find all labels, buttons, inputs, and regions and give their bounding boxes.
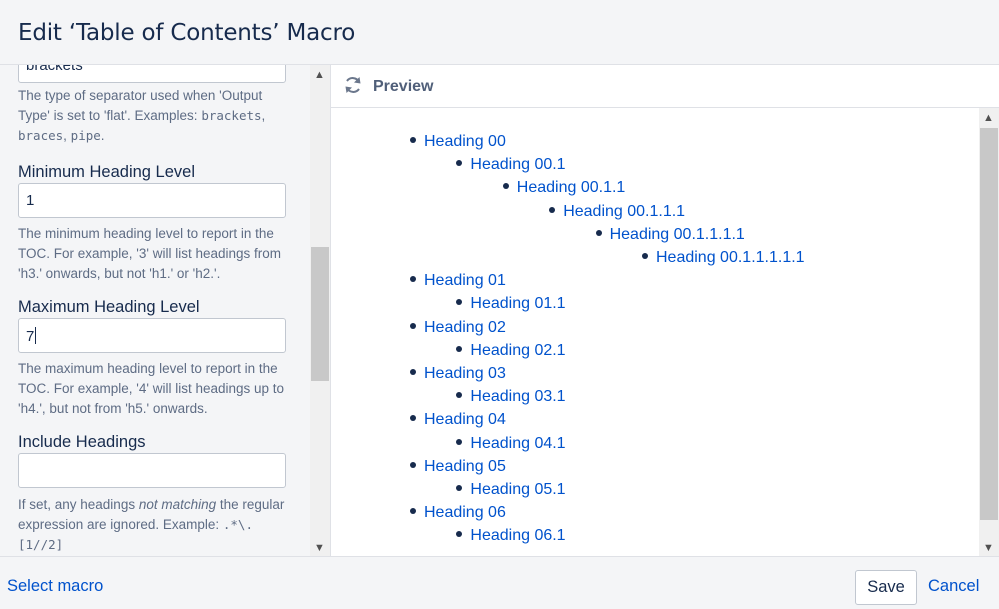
include-headings-help: If set, any headings not matching the re… xyxy=(18,495,290,555)
cancel-link[interactable]: Cancel xyxy=(928,577,979,596)
bullet-icon xyxy=(502,183,509,190)
toc-heading-text: Heading 06.1 xyxy=(470,527,566,545)
toc-heading-text: Heading 04 xyxy=(424,411,506,429)
include-help-text-a: If set, any headings xyxy=(18,497,139,512)
refresh-icon[interactable] xyxy=(343,75,363,95)
preview-label: Preview xyxy=(373,78,434,95)
bullet-icon xyxy=(549,206,556,213)
toc-heading-text: Heading 00.1.1.1.1.1 xyxy=(656,249,805,266)
max-heading-help: The maximum heading level to report in t… xyxy=(18,361,285,416)
scroll-down-arrow-icon[interactable]: ▼ xyxy=(983,542,994,554)
toc-preview-list: Heading 00 Heading 00.1 Heading 00.1.1 Head… xyxy=(331,108,980,556)
bullet-icon xyxy=(410,276,416,283)
max-heading-label: Maximum Heading Level xyxy=(18,298,200,316)
dialog-title: Edit ‘Table of Contents’ Macro xyxy=(18,20,356,46)
separator-example-pipe: pipe xyxy=(70,128,101,143)
bullet-icon xyxy=(410,137,416,143)
toc-heading-link[interactable]: Heading 00.1.1.1.1.1 xyxy=(642,248,805,268)
toc-heading-link[interactable]: Heading 05 xyxy=(410,457,506,477)
max-heading-input[interactable]: 7 xyxy=(18,318,286,353)
bullet-icon xyxy=(410,508,416,515)
separator-help: The type of separator used when 'Output … xyxy=(18,88,266,143)
toc-heading-link[interactable]: Heading 00.1.1.1 xyxy=(549,202,685,222)
bullet-icon xyxy=(410,369,416,375)
bullet-icon xyxy=(456,160,463,167)
toc-heading-link[interactable]: Heading 04 xyxy=(410,410,506,430)
toc-heading-text: Heading 06 xyxy=(424,504,506,522)
scroll-up-arrow-icon[interactable]: ▲ xyxy=(983,112,994,124)
toc-heading-text: Heading 05.1 xyxy=(470,481,566,498)
max-heading-value: 7 xyxy=(26,328,35,345)
toc-heading-text: Heading 03.1 xyxy=(470,388,566,406)
bullet-icon xyxy=(456,392,463,399)
toc-heading-text: Heading 00.1 xyxy=(470,156,566,174)
toc-heading-link[interactable]: Heading 03.1 xyxy=(456,387,566,407)
scroll-up-arrow-icon[interactable]: ▲ xyxy=(314,69,325,81)
toc-heading-link[interactable]: Heading 06.1 xyxy=(456,526,566,546)
toc-heading-text: Heading 01.1 xyxy=(470,295,566,313)
toc-heading-link[interactable]: Heading 04.1 xyxy=(456,434,566,454)
dialog-header: Edit ‘Table of Contents’ Macro xyxy=(0,0,999,65)
separator-example-braces: braces xyxy=(18,128,64,143)
bullet-icon xyxy=(456,438,463,445)
text-caret xyxy=(35,327,37,344)
toc-heading-text: Heading 00.1.1.1 xyxy=(563,202,686,220)
parameters-scrollbar[interactable]: ▲ ▼ xyxy=(310,65,330,556)
bullet-icon xyxy=(642,253,648,259)
toc-heading-link[interactable]: Heading 03 xyxy=(410,364,506,384)
min-heading-help: The minimum heading level to report in t… xyxy=(18,226,281,281)
toc-heading-link[interactable]: Heading 01 xyxy=(410,271,506,291)
separator-input[interactable]: brackets xyxy=(18,65,286,83)
min-heading-label: Minimum Heading Level xyxy=(18,163,195,181)
bullet-icon xyxy=(456,531,463,538)
bullet-icon xyxy=(410,322,416,329)
dialog-footer: Select macro Save Cancel xyxy=(0,556,999,609)
toc-heading-text: Heading 00.1.1.1.1 xyxy=(609,225,745,243)
include-help-emphasis: not matching xyxy=(138,497,217,512)
toc-heading-link[interactable]: Heading 00 xyxy=(410,132,506,152)
toc-heading-link[interactable]: Heading 05.1 xyxy=(456,480,566,500)
toc-heading-link[interactable]: Heading 02 xyxy=(410,318,506,338)
toc-heading-text: Heading 05 xyxy=(424,457,506,475)
preview-scrollbar[interactable]: ▲ ▼ xyxy=(979,108,999,556)
include-headings-label: Include Headings xyxy=(18,433,146,451)
separator-value: brackets xyxy=(26,65,83,74)
toc-heading-link[interactable]: Heading 00.1.1 xyxy=(502,178,626,198)
toc-heading-text: Heading 02 xyxy=(424,318,506,336)
toc-heading-link[interactable]: Heading 06 xyxy=(410,503,506,523)
bullet-icon xyxy=(456,485,463,491)
macro-parameters-panel[interactable]: brackets The type of separator used when… xyxy=(0,65,330,556)
min-heading-input[interactable]: 1 xyxy=(18,183,286,218)
toc-heading-text: Heading 03 xyxy=(424,365,506,382)
min-heading-value: 1 xyxy=(26,192,35,209)
bullet-icon xyxy=(410,415,416,422)
preview-header: Preview xyxy=(331,65,999,108)
scrollbar-thumb[interactable] xyxy=(980,128,998,520)
scrollbar-thumb[interactable] xyxy=(311,247,329,381)
scroll-down-arrow-icon[interactable]: ▼ xyxy=(314,542,325,554)
toc-heading-text: Heading 02.1 xyxy=(470,341,566,359)
toc-heading-text: Heading 01 xyxy=(424,272,506,290)
toc-heading-text: Heading 00.1.1 xyxy=(516,179,626,197)
toc-heading-link[interactable]: Heading 00.1.1.1.1 xyxy=(595,225,745,245)
include-headings-input[interactable] xyxy=(18,453,286,488)
bullet-icon xyxy=(456,345,463,352)
preview-panel: Preview Heading 00 Heading 00.1 Heading 00… xyxy=(330,65,999,556)
bullet-icon xyxy=(595,229,602,236)
bullet-icon xyxy=(410,461,416,468)
toc-heading-text: Heading 04.1 xyxy=(470,434,566,452)
toc-heading-link[interactable]: Heading 00.1 xyxy=(456,155,566,175)
toc-heading-link[interactable]: Heading 02.1 xyxy=(456,341,566,361)
select-macro-link[interactable]: Select macro xyxy=(7,577,103,596)
separator-example-brackets: brackets xyxy=(201,108,262,123)
toc-heading-link[interactable]: Heading 01.1 xyxy=(456,294,566,314)
toc-heading-text: Heading 00 xyxy=(424,133,506,150)
save-button[interactable]: Save xyxy=(855,570,917,605)
bullet-icon xyxy=(456,299,463,306)
